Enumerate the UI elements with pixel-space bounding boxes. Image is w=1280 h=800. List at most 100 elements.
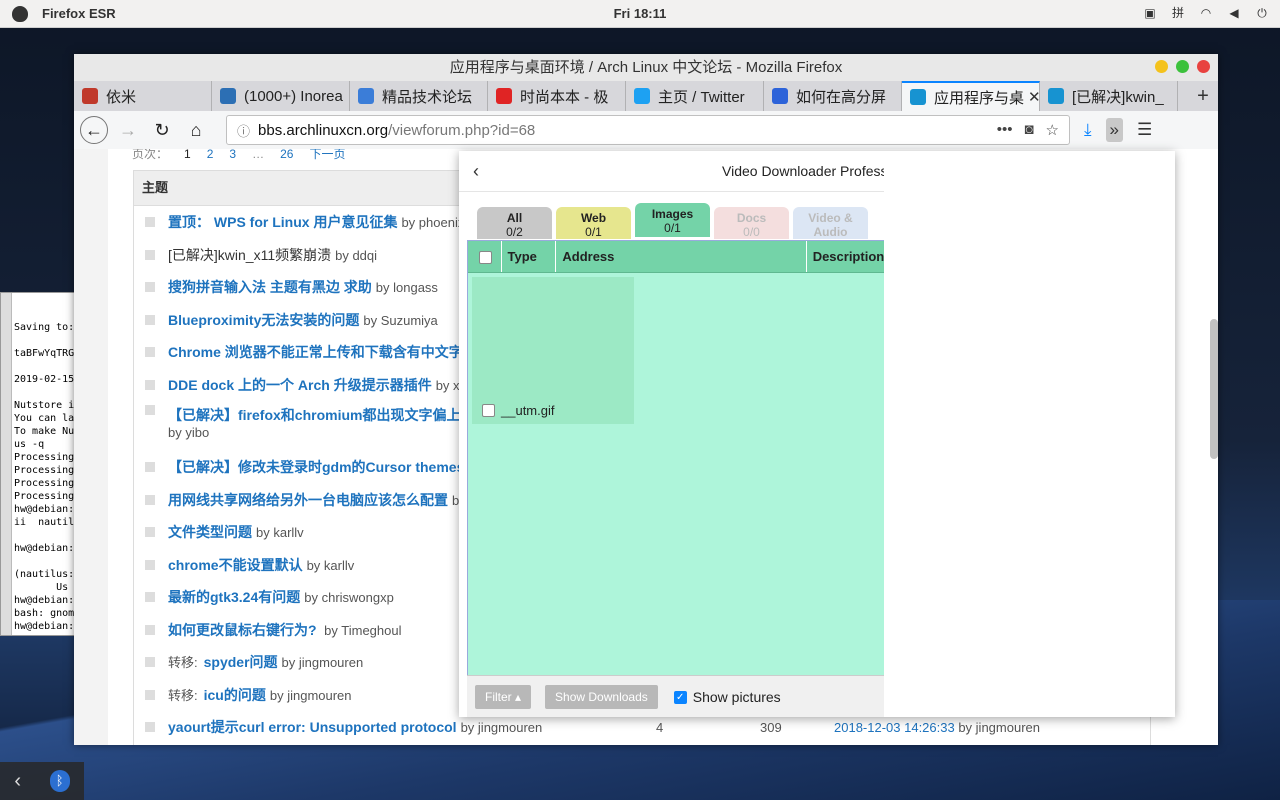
- apple-menu-icon[interactable]: [12, 5, 28, 22]
- display-icon[interactable]: ▣: [1142, 5, 1158, 21]
- topic-link[interactable]: chrome不能设置默认: [168, 557, 303, 573]
- pager-page[interactable]: 2: [207, 149, 214, 161]
- popup-tab-name: Video & Audio: [808, 211, 853, 239]
- select-all-checkbox[interactable]: [468, 241, 502, 272]
- topic-link[interactable]: 如何更改鼠标右键行为?: [168, 622, 317, 638]
- popup-footer: Filter ▴ Show Downloads ✓ Show pictures: [467, 675, 884, 717]
- show-pictures-checkbox[interactable]: ✓: [673, 690, 687, 704]
- terminal-scrollbar[interactable]: [1, 293, 12, 635]
- popup-tab-images[interactable]: Images 0/1: [635, 203, 710, 237]
- filter-button[interactable]: Filter ▴: [475, 685, 532, 709]
- topic-author: by yibo: [168, 425, 210, 440]
- minimize-button[interactable]: [1155, 60, 1168, 73]
- topic-link[interactable]: spyder问题: [204, 654, 278, 670]
- close-button[interactable]: [1197, 60, 1210, 73]
- popup-back-icon[interactable]: ‹: [473, 161, 479, 182]
- pocket-icon[interactable]: ◙: [1024, 121, 1033, 139]
- tab-strip: 依米 (1000+) Inorea 精品技术论坛 时尚本本 - 极 主页 / Twitt…: [74, 81, 1218, 111]
- topic-author: by ddqi: [335, 247, 378, 263]
- popup-tab-name: Images: [651, 207, 694, 221]
- col-type[interactable]: Type: [502, 241, 557, 272]
- topic-link[interactable]: [已解决]kwin_x11频繁崩溃: [168, 247, 331, 263]
- topic-link[interactable]: yaourt提示curl error: Unsupported protocol: [168, 719, 457, 735]
- popup-tab-web[interactable]: Web 0/1: [556, 207, 631, 239]
- view-count: 309: [760, 719, 782, 735]
- topic-status-icon: [145, 314, 155, 325]
- download-icon[interactable]: ⤓: [1084, 120, 1092, 140]
- topic-link[interactable]: 文件类型问题: [168, 524, 252, 540]
- url-bar[interactable]: ⓘ bbs.archlinuxcn.org/viewforum.php?id=6…: [226, 115, 1070, 145]
- topic-link[interactable]: DDE dock 上的一个 Arch 升级提示器插件: [168, 377, 432, 393]
- col-description[interactable]: Description: [807, 241, 884, 272]
- popup-tab-video-audio[interactable]: Video & Audio0/0: [793, 207, 868, 253]
- overflow-menu-icon[interactable]: »: [1105, 118, 1123, 142]
- topic-link[interactable]: icu的问题: [204, 687, 266, 703]
- maximize-button[interactable]: [1176, 60, 1189, 73]
- tab-7[interactable]: [已解决]kwin_: [1040, 81, 1178, 111]
- tab-1[interactable]: (1000+) Inorea: [212, 81, 350, 111]
- topic-author: by Timeghoul: [320, 622, 402, 638]
- input-method-icon[interactable]: 拼: [1170, 5, 1186, 21]
- dock-back-icon[interactable]: ‹: [14, 770, 21, 793]
- pager-page[interactable]: 26: [280, 149, 293, 161]
- topic-status-icon: [145, 405, 155, 415]
- tab-3[interactable]: 时尚本本 - 极: [488, 81, 626, 111]
- bookmark-star-icon[interactable]: ☆: [1046, 121, 1059, 139]
- tab-6[interactable]: 应用程序与桌 ✕: [902, 81, 1040, 111]
- topic-link[interactable]: 用网线共享网络给另外一台电脑应该怎么配置: [168, 492, 448, 508]
- page-scrollbar[interactable]: [1210, 319, 1218, 459]
- volume-icon[interactable]: ◀: [1226, 5, 1242, 21]
- topic-status-icon: [145, 282, 155, 293]
- tab-4[interactable]: 主页 / Twitter: [626, 81, 764, 111]
- hamburger-menu-icon[interactable]: ☰: [1137, 120, 1152, 140]
- clock[interactable]: Fri 18:11: [0, 6, 1280, 21]
- topic-link[interactable]: 【已解决】firefox和chromium都出现文字偏上的: [168, 407, 474, 423]
- topic-status-icon: [145, 249, 155, 260]
- bluetooth-icon[interactable]: ᛒ: [49, 770, 70, 792]
- col-address[interactable]: Address: [556, 241, 807, 272]
- media-item-checkbox[interactable]: [482, 404, 495, 417]
- pager-next[interactable]: 下一页: [309, 149, 345, 161]
- pagination: 页次： 1 2 3 … 26 下一页: [132, 149, 361, 162]
- tab-close-icon[interactable]: ✕: [1024, 88, 1039, 106]
- topic-link[interactable]: Chrome 浏览器不能正常上传和下载含有中文字符: [168, 344, 477, 360]
- pager-page[interactable]: 3: [229, 149, 236, 161]
- page-left-margin: [74, 149, 108, 745]
- reload-button[interactable]: ↻: [148, 116, 176, 144]
- topic-author: by chriswongxp: [304, 590, 394, 606]
- tab-label: 精品技术论坛: [382, 88, 473, 106]
- media-list-header: Type Address Description: [468, 241, 884, 273]
- topic-status-icon: [145, 494, 155, 505]
- new-tab-button[interactable]: +: [1188, 81, 1218, 111]
- topic-status-icon: [145, 657, 155, 668]
- active-app-name[interactable]: Firefox ESR: [42, 6, 116, 21]
- popup-tab-all[interactable]: All 0/2: [477, 207, 552, 239]
- last-post-date[interactable]: 2018-12-03 14:26:33: [834, 720, 955, 735]
- topic-status-icon: [145, 462, 155, 473]
- tab-0[interactable]: 依米: [74, 81, 212, 111]
- tab-2[interactable]: 精品技术论坛: [350, 81, 488, 111]
- topic-link[interactable]: 置顶： WPS for Linux 用户意见征集: [168, 214, 397, 230]
- forward-button[interactable]: →: [114, 116, 142, 144]
- home-button[interactable]: ⌂: [182, 116, 210, 144]
- tab-label: 如何在高分屏: [796, 88, 887, 106]
- back-button[interactable]: ←: [80, 116, 108, 144]
- info-icon[interactable]: ⓘ: [237, 121, 250, 140]
- topic-author: by karllv: [256, 525, 304, 541]
- topic-link[interactable]: 最新的gtk3.24有问题: [168, 589, 300, 605]
- tab-5[interactable]: 如何在高分屏: [764, 81, 902, 111]
- page-actions-icon[interactable]: •••: [997, 121, 1013, 139]
- url-path: /viewforum.php?id=68: [388, 121, 536, 139]
- popup-tab-docs[interactable]: Docs 0/0: [714, 207, 789, 239]
- wifi-icon[interactable]: ◠: [1198, 5, 1214, 21]
- topic-link[interactable]: 【已解决】修改未登录时gdm的Cursor themes问: [168, 459, 478, 475]
- media-item[interactable]: __utm.gif: [472, 277, 634, 424]
- show-downloads-button[interactable]: Show Downloads: [545, 685, 658, 709]
- power-icon[interactable]: ⏻: [1254, 5, 1270, 21]
- terminal-window[interactable]: Saving to: taBFwYqTRG 2019-02-15 Nutstor…: [0, 292, 76, 636]
- tab-label: (1000+) Inorea: [244, 87, 343, 105]
- navigation-toolbar: ← → ↻ ⌂ ⓘ bbs.archlinuxcn.org/viewforum.…: [74, 111, 1218, 150]
- topic-link[interactable]: 搜狗拼音输入法 主题有黑边 求助: [168, 279, 372, 295]
- popup-tab-name: Docs: [736, 211, 767, 225]
- topic-link[interactable]: Blueproximity无法安装的问题: [168, 312, 359, 328]
